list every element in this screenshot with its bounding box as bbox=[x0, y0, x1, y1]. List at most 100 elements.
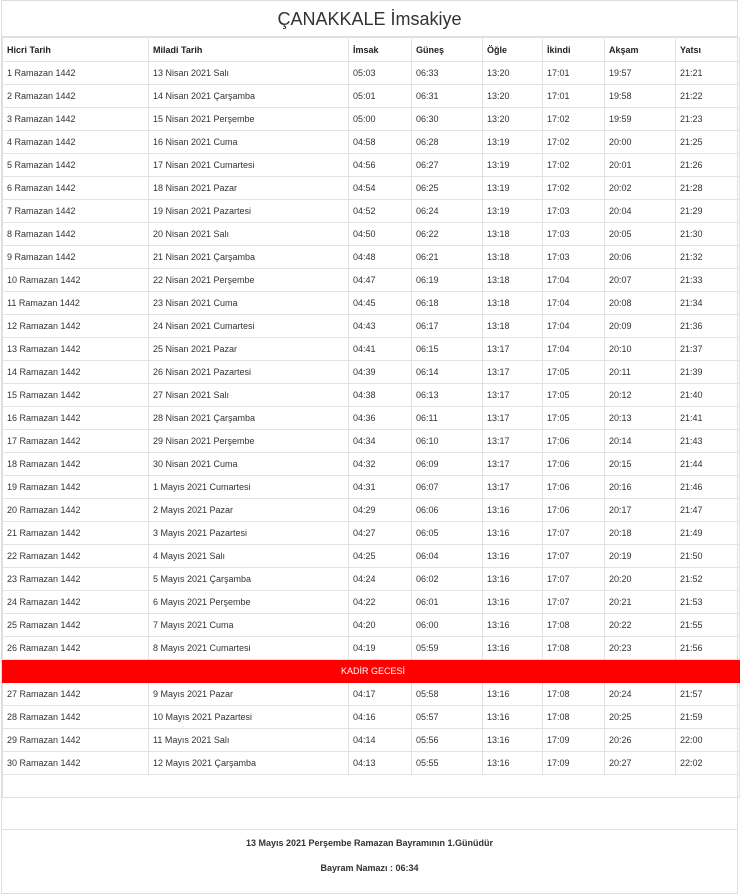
table-row: 8 Ramazan 1442 20 Nisan 2021 Salı 04:50 06:… bbox=[2, 222, 740, 246]
table-cell: 24 Ramazan 1442 bbox=[2, 590, 149, 614]
bayram-footer: 13 Mayıs 2021 Perşembe Ramazan Bayramını… bbox=[2, 829, 737, 895]
table-cell: 13:16 bbox=[482, 590, 543, 614]
table-cell: 06:27 bbox=[411, 153, 483, 177]
table-row: 1 Ramazan 1442 13 Nisan 2021 Salı 05:03 06:… bbox=[2, 61, 740, 85]
table-cell: 17:07 bbox=[542, 590, 605, 614]
table-row: 2 Ramazan 1442 14 Nisan 2021 Çarşamba 05:0… bbox=[2, 84, 740, 108]
table-cell: 17:01 bbox=[542, 61, 605, 85]
table-cell: 13:18 bbox=[482, 314, 543, 338]
table-cell: 20:11 bbox=[604, 360, 676, 384]
table-cell: 04:41 bbox=[348, 337, 412, 361]
table-row: 21 Ramazan 1442 3 Mayıs 2021 Pazartesi 04:… bbox=[2, 521, 740, 545]
table-cell: 06:13 bbox=[411, 383, 483, 407]
table-row: 19 Ramazan 1442 1 Mayıs 2021 Cumartesi 04:… bbox=[2, 475, 740, 499]
table-cell: 13:18 bbox=[482, 222, 543, 246]
table-cell: 21:53 bbox=[675, 590, 740, 614]
table-cell: 9 Ramazan 1442 bbox=[2, 245, 149, 269]
table-cell: 20:12 bbox=[604, 383, 676, 407]
table-cell: 06:21 bbox=[411, 245, 483, 269]
table-cell: 17:02 bbox=[542, 176, 605, 200]
table-cell: 05:03 bbox=[348, 61, 412, 85]
table-cell: 17:03 bbox=[542, 245, 605, 269]
table-cell: 5 Ramazan 1442 bbox=[2, 153, 149, 177]
table-cell: 04:25 bbox=[348, 544, 412, 568]
table-cell: 8 Mayıs 2021 Cumartesi bbox=[148, 636, 349, 660]
table-cell: 04:22 bbox=[348, 590, 412, 614]
table-cell: 21:49 bbox=[675, 521, 740, 545]
table-cell: 13:18 bbox=[482, 291, 543, 315]
table-cell: 20:18 bbox=[604, 521, 676, 545]
table-cell: 21:23 bbox=[675, 107, 740, 131]
table-cell: 23 Nisan 2021 Cuma bbox=[148, 291, 349, 315]
table-cell: 21:46 bbox=[675, 475, 740, 499]
table-cell: 04:29 bbox=[348, 498, 412, 522]
table-cell: 06:10 bbox=[411, 429, 483, 453]
column-header: Miladi Tarih bbox=[148, 37, 349, 62]
table-cell: 20:23 bbox=[604, 636, 676, 660]
table-cell: 20:22 bbox=[604, 613, 676, 637]
table-row: 16 Ramazan 1442 28 Nisan 2021 Çarşamba 04:… bbox=[2, 406, 740, 430]
table-cell: 20:21 bbox=[604, 590, 676, 614]
table-cell: 17:09 bbox=[542, 728, 605, 752]
table-cell: 17:08 bbox=[542, 613, 605, 637]
table-cell: 17:04 bbox=[542, 337, 605, 361]
table-cell: 21:55 bbox=[675, 613, 740, 637]
table-cell: 15 Nisan 2021 Perşembe bbox=[148, 107, 349, 131]
table-cell: 6 Mayıs 2021 Perşembe bbox=[148, 590, 349, 614]
table-cell: 16 Ramazan 1442 bbox=[2, 406, 149, 430]
table-cell: 17 Ramazan 1442 bbox=[2, 429, 149, 453]
table-cell: 13:16 bbox=[482, 544, 543, 568]
table-cell: 04:52 bbox=[348, 199, 412, 223]
table-cell: 04:50 bbox=[348, 222, 412, 246]
table-cell: 14 Nisan 2021 Çarşamba bbox=[148, 84, 349, 108]
table-cell: 12 Ramazan 1442 bbox=[2, 314, 149, 338]
table-row: 15 Ramazan 1442 27 Nisan 2021 Salı 04:38 06… bbox=[2, 383, 740, 407]
table-cell: 25 Nisan 2021 Pazar bbox=[148, 337, 349, 361]
table-cell: 13:19 bbox=[482, 176, 543, 200]
table-cell: 18 Ramazan 1442 bbox=[2, 452, 149, 476]
table-cell: 17 Nisan 2021 Cumartesi bbox=[148, 153, 349, 177]
table-cell: 19:57 bbox=[604, 61, 676, 85]
table-cell: 26 Ramazan 1442 bbox=[2, 636, 149, 660]
table-cell: 13:20 bbox=[482, 61, 543, 85]
column-header: İmsak bbox=[348, 37, 412, 62]
table-cell: 25 Ramazan 1442 bbox=[2, 613, 149, 637]
imsakiye-panel: ÇANAKKALE İmsakiye Hicri Tarih Miladi Tar… bbox=[1, 0, 740, 895]
table-cell: 04:45 bbox=[348, 291, 412, 315]
table-cell: 05:59 bbox=[411, 636, 483, 660]
table-cell: 17:05 bbox=[542, 406, 605, 430]
table-cell: 20:27 bbox=[604, 751, 676, 775]
table-cell: 04:56 bbox=[348, 153, 412, 177]
table-cell: 15 Ramazan 1442 bbox=[2, 383, 149, 407]
table-cell: 06:15 bbox=[411, 337, 483, 361]
table-cell: 20:25 bbox=[604, 705, 676, 729]
table-cell: 21 Nisan 2021 Çarşamba bbox=[148, 245, 349, 269]
table-row: 26 Ramazan 1442 8 Mayıs 2021 Cumartesi 04:… bbox=[2, 636, 740, 660]
table-cell: 13:16 bbox=[482, 498, 543, 522]
table-cell: 13:16 bbox=[482, 567, 543, 591]
bayram-namazi: Bayram Namazı : 06:34 bbox=[320, 863, 419, 873]
table-row: 12 Ramazan 1442 24 Nisan 2021 Cumartesi 04… bbox=[2, 314, 740, 338]
table-cell: 05:58 bbox=[411, 682, 483, 706]
table-cell: 06:25 bbox=[411, 176, 483, 200]
table-cell: 19:59 bbox=[604, 107, 676, 131]
kadir-gecesi-label: KADİR GECESİ bbox=[2, 659, 740, 683]
table-cell: 2 Mayıs 2021 Pazar bbox=[148, 498, 349, 522]
table-cell: 06:19 bbox=[411, 268, 483, 292]
table-cell: 21:21 bbox=[675, 61, 740, 85]
table-cell: 21:57 bbox=[675, 682, 740, 706]
table-row: 4 Ramazan 1442 16 Nisan 2021 Cuma 04:58 06:… bbox=[2, 130, 740, 154]
table-cell: 21:34 bbox=[675, 291, 740, 315]
table-cell: 3 Ramazan 1442 bbox=[2, 107, 149, 131]
table-cell: 17:05 bbox=[542, 383, 605, 407]
column-header: Öğle bbox=[482, 37, 543, 62]
table-cell: 6 Ramazan 1442 bbox=[2, 176, 149, 200]
table-cell: 04:14 bbox=[348, 728, 412, 752]
table-row: 3 Ramazan 1442 15 Nisan 2021 Perşembe 05:0… bbox=[2, 107, 740, 131]
table-cell: 20:05 bbox=[604, 222, 676, 246]
table-row: 9 Ramazan 1442 21 Nisan 2021 Çarşamba 04:4… bbox=[2, 245, 740, 269]
table-cell: 04:39 bbox=[348, 360, 412, 384]
table-cell: 21:26 bbox=[675, 153, 740, 177]
table-cell: 5 Mayıs 2021 Çarşamba bbox=[148, 567, 349, 591]
header-row: Hicri Tarih Miladi Tarih İmsak Güneş Öğle İki… bbox=[2, 37, 740, 62]
